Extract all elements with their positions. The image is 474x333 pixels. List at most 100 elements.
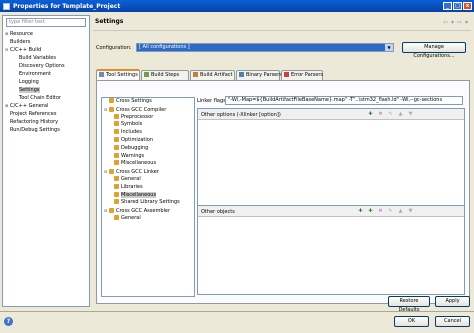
help-icon[interactable]: ? [4, 317, 13, 326]
ok-button[interactable]: OK [394, 316, 429, 327]
nav-item[interactable]: Builders [5, 38, 89, 46]
nav-item[interactable]: Settings [5, 86, 89, 94]
tool-tree-label: Warnings [121, 152, 145, 159]
other-options-list[interactable]: Other options (-Xlinker [option]) ✚ ✖ ✎ … [197, 108, 465, 212]
settings-node-icon [114, 136, 119, 142]
nav-item[interactable]: Refactoring History [5, 118, 89, 126]
tool-tree-label: Preprocessor [121, 113, 154, 120]
close-button[interactable]: x [463, 2, 472, 10]
tool-tree-label: Shared Library Settings [121, 199, 180, 206]
settings-node-icon [109, 169, 114, 175]
nav-item[interactable]: ⊞ Resource [5, 30, 89, 38]
tool-tree-item[interactable]: Shared Library Settings [102, 199, 194, 207]
left-pane: type filter text ⊞ Resource Builders ⊟ C/C++… [2, 15, 90, 307]
tool-tree-label: Libraries [121, 183, 143, 190]
tool-tree-item[interactable]: Cross Settings [102, 98, 194, 106]
apply-button[interactable]: Apply [435, 296, 470, 307]
nav-item[interactable]: Environment [5, 70, 89, 78]
tool-tree-item[interactable]: Debugging [102, 144, 194, 153]
settings-node-icon [114, 191, 119, 197]
tab-build-artifact[interactable]: Build Artifact [190, 70, 235, 80]
tool-tree-item[interactable]: Preprocessor [102, 113, 194, 122]
settings-node-icon [109, 208, 114, 214]
tool-tree-item[interactable]: ⊟ Cross GCC Assembler [102, 207, 194, 215]
tool-tree-label: Debugging [121, 144, 149, 151]
tab-icon [144, 72, 149, 77]
add-workspace-icon[interactable]: ✚ [367, 208, 374, 215]
move-down-icon[interactable]: ▼ [407, 208, 414, 215]
nav-item[interactable]: Tool Chain Editor [5, 94, 89, 102]
tab-error-parsers[interactable]: Error Parsers [281, 70, 323, 80]
minimize-button[interactable]: _ [443, 2, 452, 10]
back-icon[interactable]: ⇦ [443, 19, 448, 26]
nav-item[interactable]: Logging [5, 78, 89, 86]
configuration-select[interactable]: [ All configurations ] ▼ [136, 43, 394, 52]
move-down-icon[interactable]: ▼ [407, 111, 414, 118]
manage-configurations-button[interactable]: Manage Configurations... [402, 42, 466, 59]
settings-node-icon [109, 106, 114, 112]
nav-item[interactable]: ⊞ C/C++ General [5, 102, 89, 110]
maximize-button[interactable]: □ [453, 2, 462, 10]
tool-tree-label: Miscellaneous [121, 160, 157, 167]
tool-tree-item[interactable]: Libraries [102, 183, 194, 192]
add-icon[interactable]: ✚ [367, 111, 374, 118]
tab-icon [239, 72, 244, 77]
tab-tool-settings[interactable]: Tool Settings [96, 69, 140, 80]
move-up-icon[interactable]: ▲ [397, 208, 404, 215]
tool-tree-label: Symbols [121, 121, 143, 128]
nav-item-label: Discovery Options [19, 63, 65, 69]
tab-label: Error Parsers [291, 72, 324, 78]
linker-flags-input[interactable]: "-Wl,-Map=${BuildArtifactFileBaseName}.m… [225, 96, 463, 105]
tool-settings-tree: Cross Settings ⊟ Cross GCC Compiler Preproc… [101, 97, 195, 297]
restore-defaults-button[interactable]: Restore Defaults [388, 296, 430, 313]
tool-tree-item[interactable]: Symbols [102, 121, 194, 129]
tool-tree-item[interactable]: ⊟ Cross GCC Compiler [102, 106, 194, 114]
back-menu-icon[interactable]: ▾ [451, 19, 454, 26]
delete-icon[interactable]: ✖ [377, 111, 384, 118]
tab-build-steps[interactable]: Build Steps [141, 70, 189, 80]
nav-item-label: Run/Debug Settings [10, 127, 60, 133]
settings-node-icon [114, 152, 119, 158]
settings-node-icon [114, 199, 119, 205]
nav-item[interactable]: ⊟ C/C++ Build [5, 46, 89, 54]
settings-node-icon [114, 214, 119, 220]
filter-input[interactable]: type filter text [6, 18, 86, 27]
window-titlebar: Properties for Template_Project _ □ x [0, 0, 474, 12]
chevron-down-icon[interactable]: ▼ [385, 44, 393, 51]
tool-tree-label: Cross GCC Compiler [116, 106, 167, 113]
settings-node-icon [114, 183, 119, 189]
nav-item[interactable]: Project References [5, 110, 89, 118]
nav-item-label: Resource [10, 31, 33, 37]
settings-tabs: Tool Settings Build Steps Build Artifact Bi… [96, 69, 470, 80]
delete-icon[interactable]: ✖ [377, 208, 384, 215]
tool-tree-item[interactable]: Miscellaneous [102, 191, 194, 200]
nav-item[interactable]: Discovery Options [5, 62, 89, 70]
tool-tree-item[interactable]: General [102, 214, 194, 223]
nav-item[interactable]: Run/Debug Settings [5, 126, 89, 134]
tool-tree-item[interactable]: Includes [102, 129, 194, 137]
nav-item[interactable]: Build Variables [5, 54, 89, 62]
tool-tree-item[interactable]: Warnings [102, 152, 194, 161]
tool-tree-item[interactable]: ⊟ Cross GCC Linker [102, 168, 194, 176]
tab-icon [99, 72, 104, 77]
window-title: Properties for Template_Project [13, 2, 121, 10]
tab-label: Tool Settings [106, 72, 138, 78]
app-icon [3, 2, 10, 10]
tool-tree-item[interactable]: Miscellaneous [102, 160, 194, 168]
add-icon[interactable]: ✚ [357, 208, 364, 215]
tab-binary-parsers[interactable]: Binary Parsers [236, 70, 282, 80]
cancel-button[interactable]: Cancel [435, 316, 470, 327]
other-objects-list[interactable]: Other objects ✚ ✚ ✖ ✎ ▲ ▼ [197, 205, 465, 295]
tool-tree-item[interactable]: General [102, 175, 194, 184]
move-up-icon[interactable]: ▲ [397, 111, 404, 118]
tool-tree-label: General [121, 214, 141, 221]
edit-icon[interactable]: ✎ [387, 111, 394, 118]
other-options-label: Other options (-Xlinker [option]) [201, 112, 281, 118]
forward-menu-icon[interactable]: ▾ [465, 19, 468, 26]
tool-tree-item[interactable]: Optimization [102, 136, 194, 145]
edit-icon[interactable]: ✎ [387, 208, 394, 215]
tab-label: Binary Parsers [246, 72, 282, 78]
divider [0, 311, 474, 312]
nav-tree: ⊞ Resource Builders ⊟ C/C++ Build Build Varia… [5, 30, 89, 134]
forward-icon[interactable]: ⇨ [457, 19, 462, 26]
